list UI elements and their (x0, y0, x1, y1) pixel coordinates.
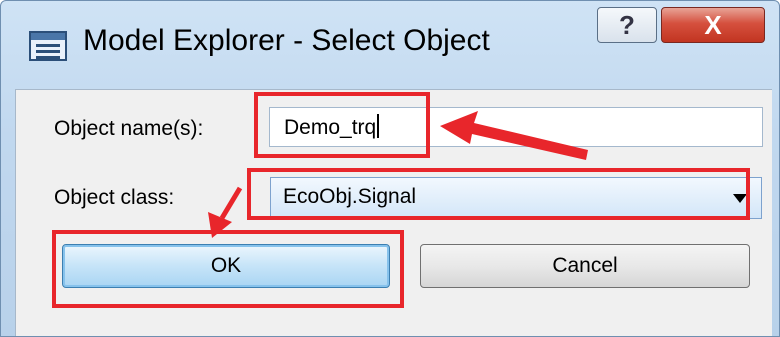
arrow-to-ok (219, 186, 243, 220)
arrow-to-ok-head (208, 212, 232, 238)
annotation-arrows (208, 111, 588, 238)
arrow-to-name (440, 111, 588, 160)
